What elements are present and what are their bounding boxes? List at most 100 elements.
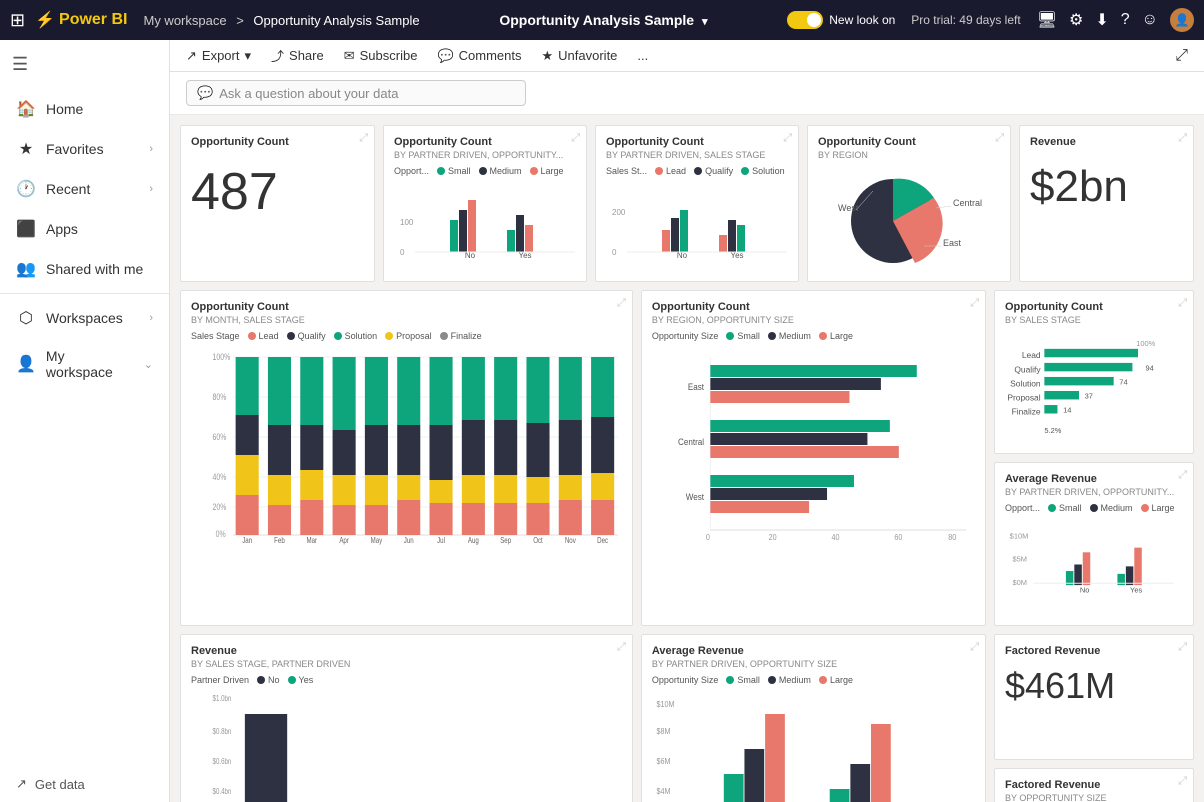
download-icon[interactable]: ⬇ — [1095, 10, 1108, 30]
svg-text:Nov: Nov — [565, 536, 576, 545]
subscribe-button[interactable]: ✉ Subscribe — [344, 48, 418, 64]
opp-partner-legend: Opport... Small Medium Large — [394, 166, 576, 176]
help-icon[interactable]: ? — [1121, 11, 1130, 29]
monitor-icon[interactable]: 🖥 — [1037, 10, 1057, 30]
expand-icon-13[interactable]: ⤢ — [1178, 775, 1187, 788]
expand-icon-6[interactable]: ⤢ — [617, 297, 626, 310]
apps-icon: ⬛ — [16, 219, 36, 239]
chevron-down-icon: ⌄ — [144, 358, 153, 371]
sidebar-get-data[interactable]: ↗ Get data — [0, 766, 169, 802]
avg-rev-partner-title: Average Revenue — [652, 645, 975, 657]
svg-text:0: 0 — [400, 248, 405, 257]
sidebar-item-favorites[interactable]: ★ Favorites › — [0, 129, 169, 169]
subscribe-label: Subscribe — [360, 48, 418, 63]
svg-text:East: East — [943, 238, 962, 248]
right-col-1: Opportunity Count BY SALES STAGE 100% Le… — [994, 290, 1194, 626]
svg-text:40%: 40% — [213, 472, 227, 482]
new-look-toggle[interactable] — [787, 11, 823, 29]
card-avg-revenue: Average Revenue BY PARTNER DRIVEN, OPPOR… — [994, 462, 1194, 626]
sidebar-divider — [0, 293, 169, 294]
top-bar: ⊞ ⚡ Power BI My workspace > Opportunity … — [0, 0, 1204, 40]
svg-text:0%: 0% — [216, 529, 226, 539]
export-button[interactable]: ↗ Export ▾ — [186, 48, 251, 64]
hamburger-icon[interactable]: ☰ — [12, 48, 157, 81]
expand-icon[interactable]: ⤢ — [359, 132, 368, 145]
sidebar-item-shared[interactable]: 👥 Shared with me — [0, 249, 169, 289]
dashboard-row-3: Revenue BY SALES STAGE, PARTNER DRIVEN P… — [180, 634, 1194, 802]
card-factored-revenue: Factored Revenue $461M ⤢ — [994, 634, 1194, 760]
sidebar-item-workspaces[interactable]: ⬡ Workspaces › — [0, 298, 169, 338]
smiley-icon[interactable]: ☺ — [1142, 11, 1158, 29]
breadcrumb-workspace[interactable]: My workspace — [143, 13, 226, 28]
card-opp-by-region-size: Opportunity Count BY REGION, OPPORTUNITY… — [641, 290, 986, 626]
svg-text:Lead: Lead — [1022, 350, 1041, 360]
avg-rev-title: Average Revenue — [1005, 473, 1183, 485]
grid-icon[interactable]: ⊞ — [10, 10, 25, 31]
trial-badge: Pro trial: 49 days left — [911, 13, 1020, 27]
expand-icon-10[interactable]: ⤢ — [617, 641, 626, 654]
toolbar: ↗ Export ▾ ⤴ Share ✉ Subscribe 💬 Comment… — [170, 40, 1204, 72]
expand-button[interactable]: ⤢ — [1175, 47, 1188, 65]
opp-month-title: Opportunity Count — [191, 301, 622, 313]
dropdown-icon[interactable]: ▾ — [702, 16, 708, 28]
legend-large-4: Large — [819, 675, 853, 685]
svg-text:20: 20 — [769, 533, 777, 542]
opp-region-size-subtitle: BY REGION, OPPORTUNITY SIZE — [652, 315, 975, 325]
breadcrumb-current: Opportunity Analysis Sample — [253, 13, 419, 28]
svg-text:80%: 80% — [213, 392, 227, 402]
comments-button[interactable]: 💬 Comments — [437, 48, 521, 64]
revenue-title: Revenue — [1030, 136, 1183, 148]
svg-text:$0.8bn: $0.8bn — [213, 727, 232, 736]
share-label: Share — [289, 48, 324, 63]
expand-icon-8[interactable]: ⤢ — [1178, 297, 1187, 310]
settings-icon[interactable]: ⚙ — [1069, 10, 1083, 30]
expand-icon-12[interactable]: ⤢ — [1178, 641, 1187, 654]
opp-size-label: Opportunity Size — [652, 331, 719, 341]
qa-input[interactable]: 💬 Ask a question about your data — [186, 80, 526, 106]
legend-large-2: Large — [819, 331, 853, 341]
svg-text:60%: 60% — [213, 432, 227, 442]
svg-text:Apr: Apr — [339, 536, 349, 545]
expand-icon-9[interactable]: ⤢ — [1178, 469, 1187, 482]
legend-solution-2: Solution — [334, 331, 378, 341]
opp-stage-title: Opportunity Count — [606, 136, 788, 148]
opp-region-size-legend: Opportunity Size Small Medium Large — [652, 331, 975, 341]
avatar-icon[interactable]: 👤 — [1170, 8, 1194, 32]
expand-icon-5[interactable]: ⤢ — [1178, 132, 1187, 145]
opp-size-label-2: Opportunity Size — [652, 675, 719, 685]
partner-driven-label: Partner Driven — [191, 675, 249, 685]
expand-icon-4[interactable]: ⤢ — [995, 132, 1004, 145]
partner-bar-chart: 0 100 No Yes — [394, 180, 576, 260]
sidebar-recent-label: Recent — [46, 181, 90, 197]
legend-yes: Yes — [288, 675, 314, 685]
sidebar-item-home[interactable]: 🏠 Home — [0, 89, 169, 129]
export-label: Export — [202, 48, 240, 63]
expand-icon-2[interactable]: ⤢ — [571, 132, 580, 145]
svg-text:$6M: $6M — [656, 757, 670, 766]
sidebar-favorites-label: Favorites — [46, 141, 104, 157]
svg-text:20%: 20% — [213, 502, 227, 512]
more-button[interactable]: ... — [637, 48, 648, 63]
card-opp-by-sales-stage: Opportunity Count BY PARTNER DRIVEN, SAL… — [595, 125, 799, 282]
legend-small-3: Small — [1048, 503, 1082, 513]
export-dropdown-icon: ▾ — [244, 48, 251, 64]
svg-text:Qualify: Qualify — [1014, 364, 1041, 374]
sidebar-item-recent[interactable]: 🕐 Recent › — [0, 169, 169, 209]
expand-icon-11[interactable]: ⤢ — [970, 641, 979, 654]
legend-small-4: Small — [726, 675, 760, 685]
svg-text:No: No — [1080, 586, 1090, 595]
svg-text:$4M: $4M — [656, 787, 670, 796]
sidebar-item-myworkspace[interactable]: 👤 My workspace ⌄ — [0, 338, 169, 390]
svg-text:5.2%: 5.2% — [1044, 426, 1061, 435]
share-button[interactable]: ⤴ Share — [271, 46, 324, 65]
avg-rev-partner-subtitle: BY PARTNER DRIVEN, OPPORTUNITY SIZE — [652, 659, 975, 669]
qa-bar: 💬 Ask a question about your data — [170, 72, 1204, 115]
unfavorite-button[interactable]: ★ Unfavorite — [542, 48, 618, 64]
month-bar-chart: 100% 80% 60% 40% 20% 0% — [191, 345, 622, 545]
svg-text:0: 0 — [706, 533, 710, 542]
sidebar-item-apps[interactable]: ⬛ Apps — [0, 209, 169, 249]
expand-icon-7[interactable]: ⤢ — [970, 297, 979, 310]
svg-text:100%: 100% — [1136, 339, 1155, 348]
expand-icon-3[interactable]: ⤢ — [783, 132, 792, 145]
svg-text:West: West — [686, 492, 705, 503]
